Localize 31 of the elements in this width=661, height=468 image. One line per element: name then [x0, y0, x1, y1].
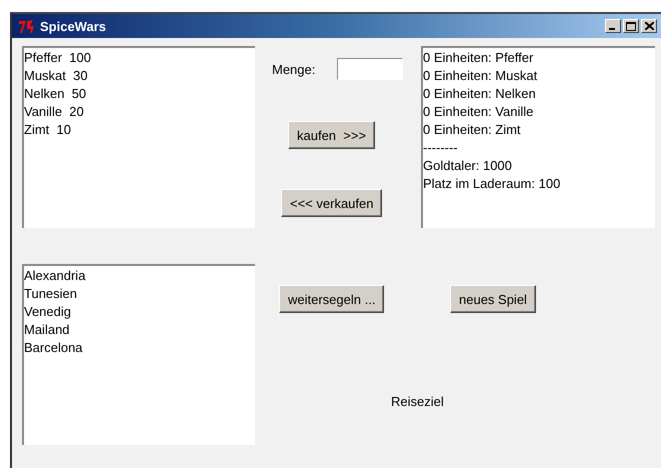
sell-button[interactable]: <<< verkaufen: [281, 189, 382, 217]
list-item[interactable]: Mailand: [24, 321, 70, 339]
sail-button[interactable]: weitersegeln ...: [279, 285, 384, 313]
maximize-button[interactable]: [623, 19, 639, 33]
list-item[interactable]: Venedig: [24, 303, 71, 321]
list-item[interactable]: Pfeffer 100: [24, 49, 91, 67]
list-item[interactable]: Vanille 20: [24, 103, 84, 121]
list-item[interactable]: Platz im Laderaum: 100: [423, 175, 560, 193]
list-item[interactable]: Alexandria: [24, 267, 86, 285]
list-item[interactable]: 0 Einheiten: Muskat: [423, 67, 538, 85]
window-title: SpiceWars: [40, 18, 107, 34]
list-item[interactable]: Zimt 10: [24, 121, 71, 139]
new-game-button[interactable]: neues Spiel: [450, 285, 536, 313]
list-item[interactable]: Nelken 50: [24, 85, 86, 103]
list-item[interactable]: Muskat 30: [24, 67, 88, 85]
quantity-label: Menge:: [272, 62, 316, 76]
close-button[interactable]: [641, 19, 657, 33]
quantity-field[interactable]: [337, 58, 404, 80]
list-item[interactable]: --------: [423, 139, 458, 157]
destination-label: Reiseziel: [391, 394, 444, 409]
list-item[interactable]: Tunesien: [24, 285, 77, 303]
list-item[interactable]: 0 Einheiten: Pfeffer: [423, 49, 534, 67]
buy-button[interactable]: kaufen >>>: [288, 121, 376, 149]
list-item[interactable]: 0 Einheiten: Nelken: [423, 85, 536, 103]
maximize-icon: [626, 22, 636, 30]
close-icon: [644, 22, 654, 30]
list-item[interactable]: Goldtaler: 1000: [423, 157, 512, 175]
list-item[interactable]: 0 Einheiten: Zimt: [423, 121, 521, 139]
list-item[interactable]: Barcelona: [24, 339, 83, 357]
list-item[interactable]: 0 Einheiten: Vanille: [423, 103, 534, 121]
minimize-button[interactable]: [605, 19, 621, 33]
